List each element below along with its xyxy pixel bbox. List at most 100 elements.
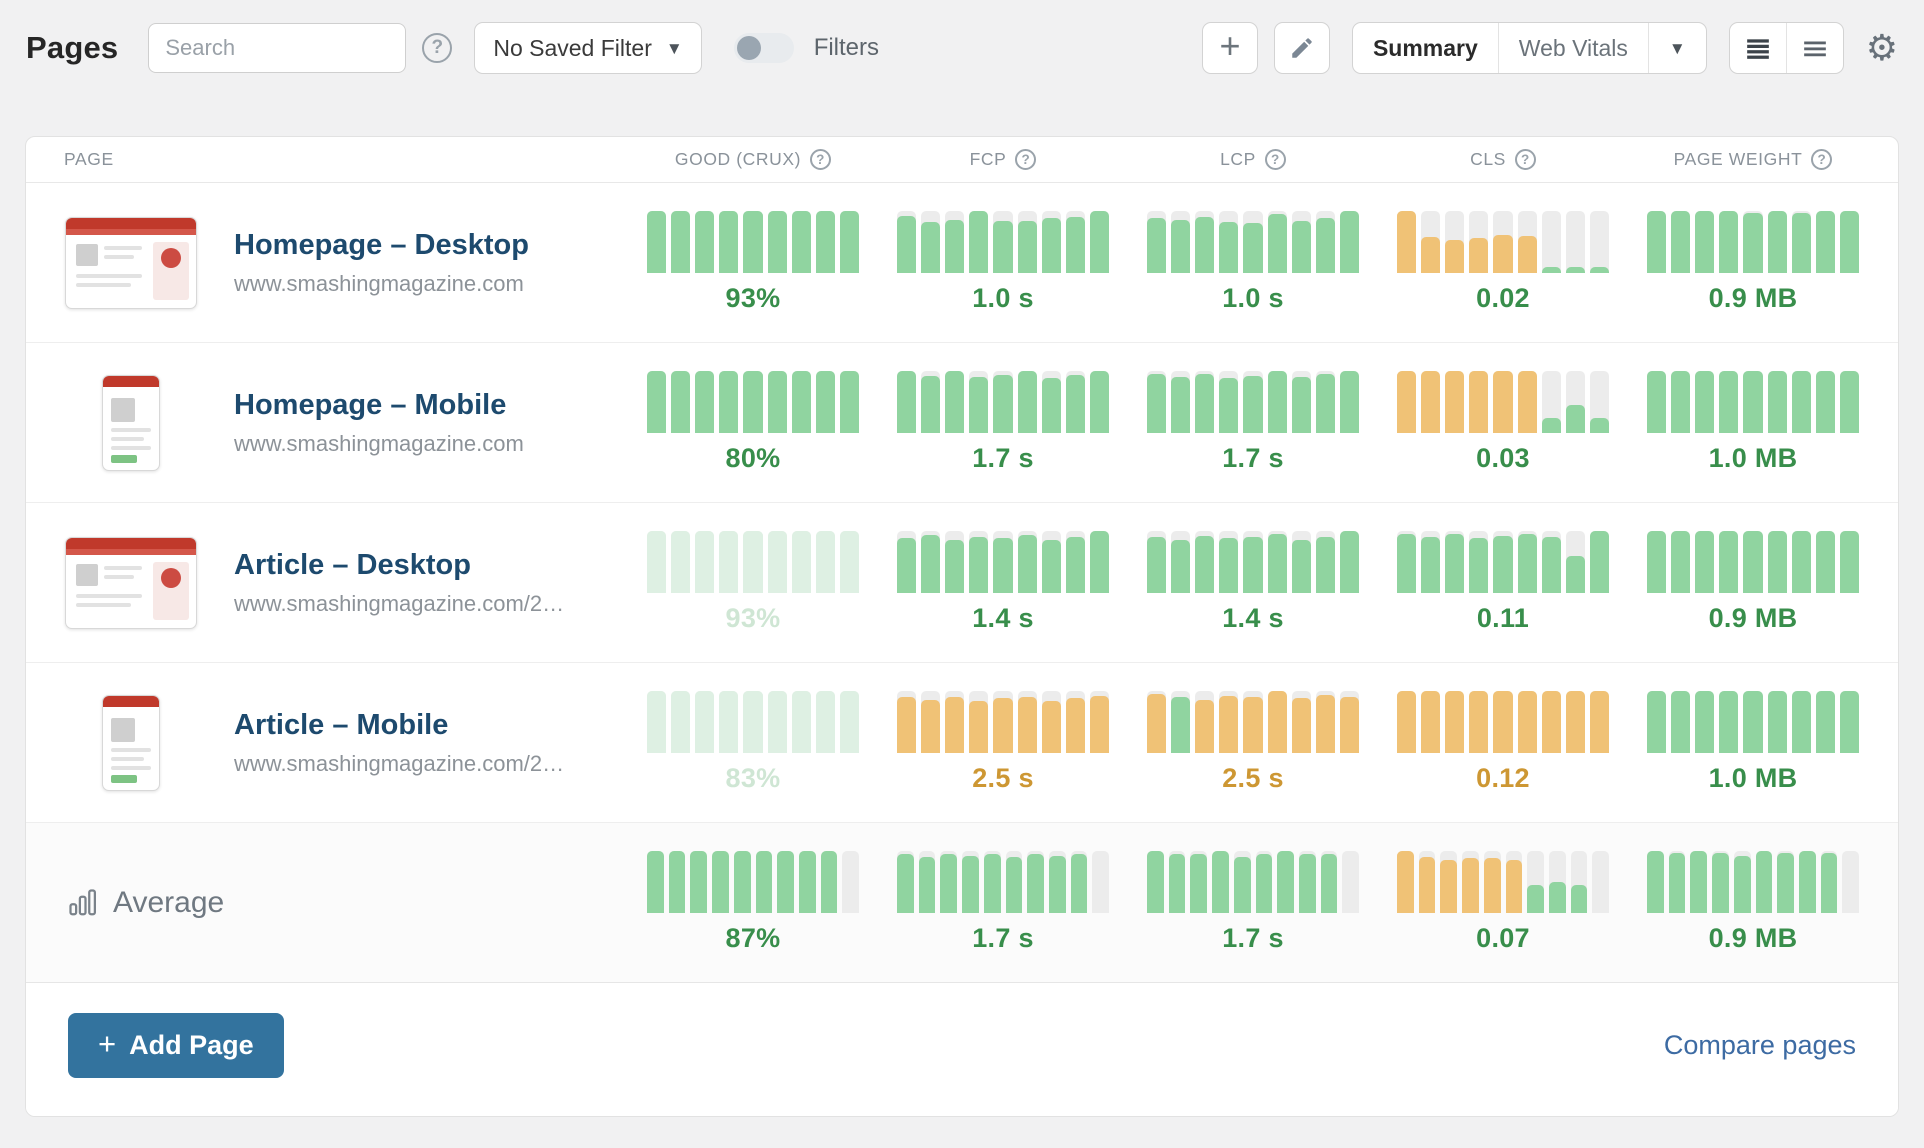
page-text: Homepage – Mobilewww.smashingmagazine.co… [234,389,524,457]
chart-bar [792,371,811,433]
chart-bar [1816,691,1835,753]
chart-bar-track [1518,531,1537,593]
chart-bar-track [1590,531,1609,593]
chart-bar-track [695,211,714,273]
thumbnail-detail [111,398,135,422]
thumbnail-detail [76,244,98,266]
chart-bar [647,371,666,433]
dense-list-view-button[interactable] [1730,23,1786,73]
table-row[interactable]: Article – Mobilewww.smashingmagazine.com… [26,663,1898,823]
column-help-icon[interactable]: ? [1811,149,1832,170]
chart-bar-track [1219,531,1238,593]
chart-bar-track [1719,691,1738,753]
page-text: Article – Desktopwww.smashingmagazine.co… [234,549,564,617]
chart-bar-track [1647,371,1666,433]
chart-bar [993,538,1012,593]
chart-bar [1719,371,1738,433]
chart-bar-track [1006,851,1023,913]
chart-bar [768,371,787,433]
chart-bar-track [1743,371,1762,433]
add-page-button[interactable]: + Add Page [68,1013,284,1078]
metric-cell-weight: 0.9 MB [1647,211,1859,314]
chart-bar-track [1268,211,1287,273]
chart-bar [1316,537,1335,593]
chart-bar [1147,694,1166,753]
page-title-link[interactable]: Article – Mobile [234,709,564,742]
chart-bar [1647,691,1666,753]
chart-bar [719,691,738,753]
chart-bar-track [897,851,914,913]
page-title-link[interactable]: Homepage – Desktop [234,229,529,262]
chart-bar [1090,531,1109,593]
tab-web-vitals[interactable]: Web Vitals [1499,23,1648,73]
metric-value-good: 93% [726,603,781,634]
thumbnail-detail [66,538,196,549]
metric-chart-fcp [897,531,1109,593]
metric-value-lcp: 2.5 s [1222,763,1284,794]
tab-summary[interactable]: Summary [1353,23,1498,73]
chart-bar [1268,214,1287,273]
chart-bar [1256,854,1273,913]
chart-bar-track [1340,211,1359,273]
view-mode-dropdown[interactable]: ▼ [1649,23,1706,73]
thumbnail-detail [161,248,181,268]
chart-bar [1171,697,1190,753]
chart-bar [1821,853,1838,913]
chart-bar [1840,211,1859,273]
chart-bar-track [1171,531,1190,593]
chart-bar-track [1147,691,1166,753]
chart-bar [921,700,940,753]
metric-value-weight: 0.9 MB [1709,603,1798,634]
chart-bar-track [1071,851,1088,913]
table-row[interactable]: Article – Desktopwww.smashingmagazine.co… [26,503,1898,663]
chart-bar-track [1243,371,1262,433]
chart-bar-track [669,851,686,913]
chart-bar-track [647,851,664,913]
chart-bar [743,531,762,593]
metric-chart-lcp [1147,211,1359,273]
column-help-icon[interactable]: ? [1015,149,1036,170]
chart-bar [1590,418,1609,434]
chart-bar [1768,371,1787,433]
chart-bar-track [1268,691,1287,753]
search-help-icon[interactable]: ? [422,33,452,63]
chart-bar [1421,371,1440,433]
search-input[interactable] [148,23,406,73]
page-title-link[interactable]: Article – Desktop [234,549,564,582]
chart-bar [816,371,835,433]
list-icon [1802,35,1828,61]
metric-cell-weight: 0.9 MB [1647,531,1859,634]
filters-toggle[interactable] [734,33,794,63]
table-row[interactable]: Homepage – Mobilewww.smashingmagazine.co… [26,343,1898,503]
chart-bar [719,211,738,273]
chart-bar-track [695,691,714,753]
page-thumbnail[interactable] [64,537,198,629]
table-row[interactable]: Homepage – Desktopwww.smashingmagazine.c… [26,183,1898,343]
comfortable-list-view-button[interactable] [1787,23,1843,73]
chart-bar-track [1592,851,1609,913]
thumbnail-detail [66,218,196,229]
page-cell: Homepage – Desktopwww.smashingmagazine.c… [46,217,628,309]
metric-chart-good [647,531,859,593]
chart-bar-track [671,531,690,593]
chart-bar-track [1571,851,1588,913]
page-cell: Article – Mobilewww.smashingmagazine.com… [46,695,628,791]
page-thumbnail[interactable] [64,695,198,791]
chart-bar [1219,222,1238,273]
chart-bar [695,371,714,433]
metric-value-cls: 0.02 [1476,283,1530,314]
edit-pages-button[interactable] [1274,22,1330,74]
settings-gear-icon[interactable]: ⚙ [1866,30,1898,66]
column-help-icon[interactable]: ? [810,149,831,170]
page-title-link[interactable]: Homepage – Mobile [234,389,524,422]
page-thumbnail[interactable] [64,375,198,471]
saved-filter-dropdown[interactable]: No Saved Filter ▼ [474,22,701,74]
chart-bar [1195,217,1214,273]
chart-bar [921,222,940,273]
thumbnail-detail [76,283,131,287]
column-help-icon[interactable]: ? [1265,149,1286,170]
column-help-icon[interactable]: ? [1515,149,1536,170]
compare-pages-link[interactable]: Compare pages [1664,1030,1856,1061]
add-page-icon-button[interactable]: + [1202,22,1258,74]
page-thumbnail[interactable] [64,217,198,309]
